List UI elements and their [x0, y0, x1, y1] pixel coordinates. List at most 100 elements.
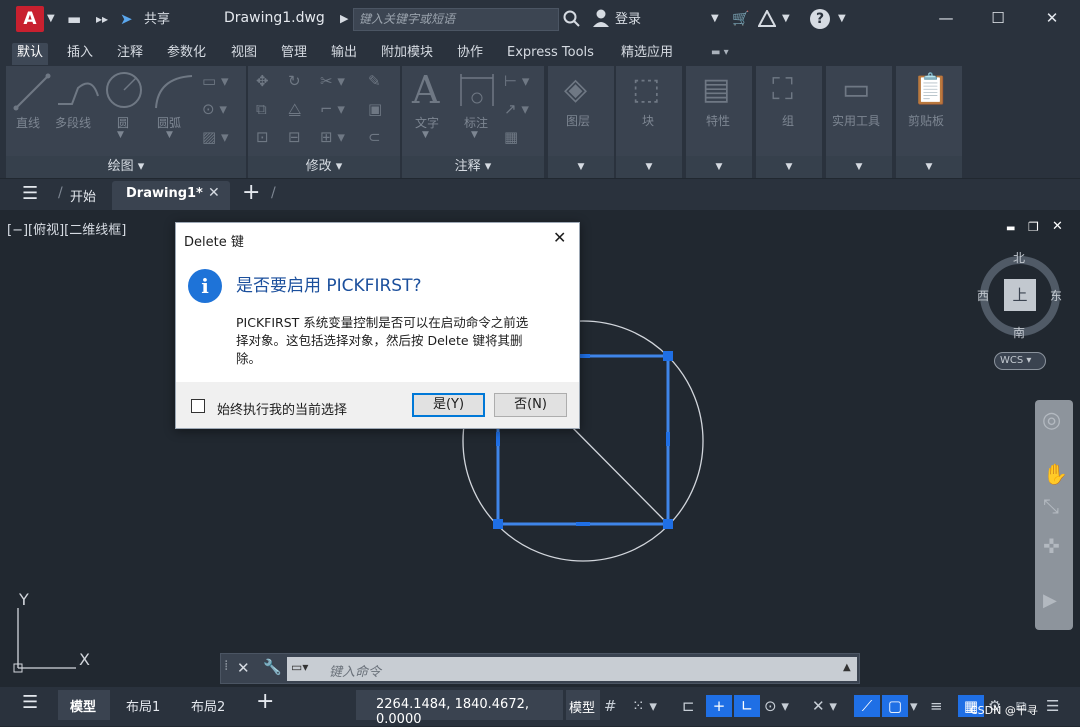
- layers-dropdown-icon[interactable]: ▼: [548, 156, 614, 178]
- close-window-button[interactable]: ✕: [1036, 6, 1068, 30]
- properties-toggle-icon[interactable]: ≡: [930, 695, 943, 717]
- maximize-button[interactable]: ☐: [982, 6, 1014, 30]
- grid-icon[interactable]: #: [604, 695, 617, 717]
- clipboard-dropdown-icon[interactable]: ▼: [896, 156, 962, 178]
- ellipse-icon[interactable]: ⊙ ▾: [202, 100, 227, 118]
- polyline-icon[interactable]: [56, 76, 102, 110]
- circle-icon[interactable]: [104, 70, 144, 110]
- no-button[interactable]: 否(N): [494, 393, 567, 417]
- grip-top-right[interactable]: [663, 351, 673, 361]
- offset-icon[interactable]: ⊂: [368, 128, 381, 146]
- rectangle-icon[interactable]: ▭ ▾: [202, 72, 228, 90]
- panel-groups[interactable]: ⛶ 组 ▼: [756, 66, 822, 178]
- object-snap-tracking-icon[interactable]: ✕ ▾: [812, 695, 837, 717]
- title-arrow-icon[interactable]: ▶: [340, 9, 348, 29]
- hatch-icon[interactable]: ▨ ▾: [202, 128, 228, 146]
- polyline-label[interactable]: 多段线: [55, 114, 91, 131]
- panel-clipboard[interactable]: 📋 剪贴板 ▼: [896, 66, 962, 178]
- polar-tracking-icon[interactable]: ∟: [734, 695, 760, 717]
- ribbon-options-icon[interactable]: ▬ ▾: [706, 43, 734, 65]
- isodraft-icon[interactable]: ⊙ ▾: [764, 695, 789, 717]
- menu-icon[interactable]: ☰: [22, 183, 38, 204]
- tab-annotate[interactable]: 注释: [112, 43, 148, 65]
- user-icon[interactable]: [592, 9, 610, 28]
- steering-wheel-icon[interactable]: ◎: [1042, 408, 1061, 433]
- transparency-icon[interactable]: ▾: [910, 695, 918, 717]
- line-label[interactable]: 直线: [16, 114, 40, 131]
- grip-bottom-right[interactable]: [663, 519, 673, 529]
- panel-utilities[interactable]: ▭ 实用工具 ▼: [826, 66, 892, 178]
- text-label[interactable]: 文字: [415, 114, 439, 131]
- annotation-panel-title[interactable]: 注释 ▾: [402, 156, 544, 178]
- compass-north[interactable]: 北: [1013, 249, 1025, 266]
- panel-block[interactable]: ⬚ 块 ▼: [616, 66, 682, 178]
- stretch-icon[interactable]: ⊡: [256, 128, 269, 146]
- dimension-icon[interactable]: [458, 72, 496, 110]
- object-snap-icon[interactable]: ⟋: [854, 695, 880, 717]
- move-icon[interactable]: ✥: [256, 72, 269, 90]
- model-space-button[interactable]: 模型: [566, 690, 600, 720]
- autodesk-a360-icon[interactable]: [758, 10, 776, 27]
- always-perform-label[interactable]: 始终执行我的当前选择: [217, 399, 347, 418]
- utilities-dropdown-icon[interactable]: ▼: [826, 156, 892, 178]
- array-icon[interactable]: ⊞ ▾: [320, 128, 345, 146]
- tab-drawing1[interactable]: Drawing1* ✕: [112, 181, 230, 210]
- tab-model[interactable]: 模型: [58, 690, 110, 720]
- table-icon[interactable]: ▦: [504, 128, 518, 146]
- arc-dropdown-icon[interactable]: ▼: [166, 130, 173, 140]
- new-tab-icon[interactable]: +: [242, 180, 260, 205]
- command-input[interactable]: ▭▾ 键入命令 ▲: [287, 657, 857, 681]
- explode-icon[interactable]: ▣: [368, 100, 382, 118]
- tab-collaborate[interactable]: 协作: [452, 43, 488, 65]
- command-customize-icon[interactable]: 🔧: [263, 658, 282, 676]
- modify-panel-title[interactable]: 修改 ▾: [248, 156, 400, 178]
- line-icon[interactable]: [12, 72, 52, 112]
- coordinates-display[interactable]: 2264.1484, 1840.4672, 0.0000: [356, 690, 563, 727]
- mirror-icon[interactable]: ⧋: [288, 100, 301, 118]
- tab-output[interactable]: 输出: [326, 43, 362, 65]
- cart-icon[interactable]: 🛒: [732, 9, 749, 29]
- file-icon[interactable]: ▬: [67, 9, 81, 29]
- more-tools-icon[interactable]: ▸▸: [96, 9, 108, 29]
- grip-mid-right[interactable]: [666, 432, 670, 446]
- compass-east[interactable]: 东: [1050, 287, 1062, 304]
- tab-manage[interactable]: 管理: [276, 43, 312, 65]
- app-menu-chevron-icon[interactable]: ▼: [47, 9, 55, 29]
- share-button[interactable]: 共享: [144, 10, 170, 30]
- wcs-menu[interactable]: WCS ▾: [994, 352, 1046, 370]
- erase-icon[interactable]: ✎: [368, 72, 381, 90]
- login-dropdown-icon[interactable]: ▼: [711, 9, 719, 29]
- help-dropdown-icon[interactable]: ▼: [838, 9, 846, 29]
- orbit-icon[interactable]: ✜: [1043, 534, 1060, 558]
- pan-icon[interactable]: ✋: [1043, 462, 1068, 486]
- help-icon[interactable]: ?: [810, 9, 830, 29]
- a360-dropdown-icon[interactable]: ▼: [782, 9, 790, 29]
- snap-mode-icon[interactable]: ⁙ ▾: [632, 695, 657, 717]
- tab-view[interactable]: 视图: [226, 43, 262, 65]
- tab-start[interactable]: 开始: [70, 186, 96, 205]
- compass-south[interactable]: 南: [1013, 324, 1025, 341]
- tab-layout2[interactable]: 布局2: [191, 696, 225, 715]
- dimension-dropdown-icon[interactable]: ▼: [471, 130, 478, 140]
- trim-icon[interactable]: ✂ ▾: [320, 72, 345, 90]
- linear-dim-icon[interactable]: ⊢ ▾: [504, 72, 529, 90]
- draw-panel-title[interactable]: 绘图 ▾: [6, 156, 246, 178]
- lineweight-icon[interactable]: ▢: [882, 695, 908, 717]
- tab-insert[interactable]: 插入: [62, 43, 98, 65]
- tab-parametric[interactable]: 参数化: [162, 43, 211, 65]
- tab-layout1[interactable]: 布局1: [126, 696, 160, 715]
- tab-featured-apps[interactable]: 精选应用: [616, 43, 678, 65]
- showmotion-icon[interactable]: ▶: [1043, 590, 1057, 611]
- layout-menu-icon[interactable]: ☰: [22, 692, 38, 713]
- arc-icon[interactable]: [152, 72, 196, 112]
- block-dropdown-icon[interactable]: ▼: [616, 156, 682, 178]
- circle-dropdown-icon[interactable]: ▼: [117, 130, 124, 140]
- zoom-extents-icon[interactable]: ⤡: [1043, 494, 1059, 518]
- arc-label[interactable]: 圆弧: [157, 114, 181, 131]
- tab-express-tools[interactable]: Express Tools: [502, 43, 599, 65]
- tab-default[interactable]: 默认: [12, 43, 49, 65]
- fillet-icon[interactable]: ⌐ ▾: [320, 100, 345, 118]
- ortho-mode-icon[interactable]: +: [706, 695, 732, 717]
- close-tab-icon[interactable]: ✕: [208, 185, 220, 201]
- grip-mid-left[interactable]: [496, 432, 500, 446]
